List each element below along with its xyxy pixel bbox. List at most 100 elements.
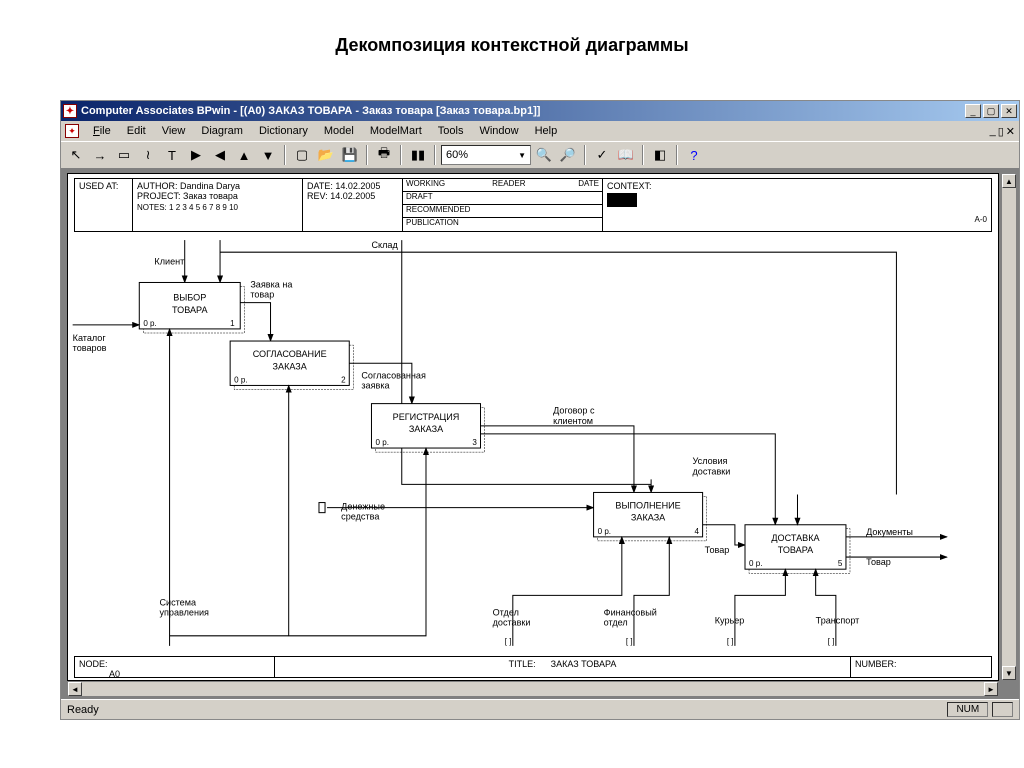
rpt-button[interactable]: ▮▮ [407,144,429,166]
author-cell: AUTHOR: Dandina Darya PROJECT: Заказ тов… [133,179,303,231]
mech-sistema-b3 [289,448,426,636]
svg-text:1: 1 [230,319,235,328]
top-bus [220,252,896,525]
svg-text:0 р.: 0 р. [749,559,762,568]
nav-parent-tool[interactable]: ▼ [257,144,279,166]
dropdown-icon: ▼ [518,151,526,160]
dictionary-icon[interactable]: 📖 [615,144,637,166]
svg-text:[ ]: [ ] [505,637,512,646]
mdi-icon: ✦ [65,124,79,138]
zoom-combo[interactable]: 60% ▼ [441,145,531,165]
svg-text:Отдел: Отдел [493,608,519,618]
mdi-close-button[interactable]: ✕ [1006,125,1015,138]
svg-text:ВЫБОР: ВЫБОР [173,293,206,303]
close-button[interactable]: ✕ [1001,104,1017,118]
mech-otdel [513,537,622,646]
date-cell: DATE: 14.02.2005 REV: 14.02.2005 [303,179,403,231]
titlebar: ✦ Computer Associates BPwin - [(A0) ЗАКА… [61,101,1019,121]
scroll-left-icon[interactable]: ◄ [68,682,82,696]
app-window: ✦ Computer Associates BPwin - [(A0) ЗАКА… [60,100,1020,720]
menu-help[interactable]: Help [527,123,566,139]
svg-text:управления: управления [159,608,209,618]
status-grip [992,702,1013,717]
arrow-tovar-mid [703,525,745,545]
nav-left-tool[interactable]: ◀ [209,144,231,166]
svg-text:[ ]: [ ] [626,637,633,646]
menu-dictionary[interactable]: Dictionary [251,123,316,139]
zoom-in-icon[interactable]: 🔍 [533,144,555,166]
menu-view[interactable]: View [154,123,194,139]
menu-tools[interactable]: Tools [430,123,472,139]
spellcheck-icon[interactable]: ✓ [591,144,613,166]
menu-modelmart[interactable]: ModelMart [362,123,430,139]
model-explorer-icon[interactable]: ◧ [649,144,671,166]
squiggle-tool[interactable]: ≀ [137,144,159,166]
mdi-minimize-button[interactable]: _ [990,125,996,138]
menu-window[interactable]: Window [471,123,526,139]
svg-text:[ ]: [ ] [727,637,734,646]
menu-model[interactable]: Model [316,123,362,139]
help-icon[interactable]: ? [683,144,705,166]
new-button[interactable]: ▢ [291,144,313,166]
svg-text:ВЫПОЛНЕНИЕ: ВЫПОЛНЕНИЕ [615,501,680,511]
ctrl-sklad-b4 [402,240,651,492]
arrow-katalog2: товаров [73,343,107,353]
arrow-label-sklad: Склад [371,240,398,250]
svg-text:0 р.: 0 р. [598,527,611,536]
toolbar: ↖ → ▭ ≀ T ▶ ◀ ▲ ▼ ▢ 📂 💾 🖶 ▮▮ 60%▼ 🔍 🔎 ✓ … [61,141,1019,169]
svg-text:доставки: доставки [493,618,531,628]
svg-text:ДОСТАВКА: ДОСТАВКА [771,533,820,543]
svg-text:Договор с: Договор с [553,406,595,416]
svg-text:Курьер: Курьер [715,616,745,626]
idef0-footer: NODE:A0 TITLE: ЗАКАЗ ТОВАРА NUMBER: [74,656,992,678]
svg-text:0 р.: 0 р. [143,319,156,328]
menu-file[interactable]: FFileile [85,123,119,139]
svg-text:2: 2 [341,375,346,384]
svg-text:3: 3 [472,438,477,447]
svg-text:0 р.: 0 р. [376,438,389,447]
menu-diagram[interactable]: Diagram [193,123,251,139]
scroll-right-icon[interactable]: ► [984,682,998,696]
svg-text:4: 4 [695,527,700,536]
zoom-out-icon[interactable]: 🔎 [557,144,579,166]
svg-text:5: 5 [838,559,843,568]
svg-text:Товар: Товар [705,545,730,555]
svg-text:0 р.: 0 р. [234,375,247,384]
svg-text:средства: средства [341,512,380,522]
mdi-restore-button[interactable]: ▯ [998,125,1004,138]
save-button[interactable]: 💾 [339,144,361,166]
svg-text:Денежные: Денежные [341,502,385,512]
scroll-down-icon[interactable]: ▼ [1002,666,1016,680]
status-ready: Ready [67,704,99,716]
tunnel-icon [319,503,325,513]
svg-text:ЗАКАЗА: ЗАКАЗА [409,424,444,434]
text-tool[interactable]: T [161,144,183,166]
minimize-button[interactable]: _ [965,104,981,118]
zoom-value: 60% [446,149,468,161]
vertical-scrollbar[interactable]: ▲ ▼ [1001,173,1017,681]
arrow-tool[interactable]: → [89,144,111,166]
mech-transport [816,569,836,646]
svg-text:Транспорт: Транспорт [816,616,860,626]
mech-fin [634,537,669,646]
menubar: ✦ FFileile Edit View Diagram Dictionary … [61,121,1019,141]
nav-up-tool[interactable]: ▲ [233,144,255,166]
svg-text:заявка: заявка [361,380,390,390]
menu-edit[interactable]: Edit [119,123,154,139]
context-cell: CONTEXT: A-0 [603,179,991,231]
statusbar: Ready NUM [61,699,1019,719]
arrow-label-klient: Клиент [154,256,184,266]
svg-text:Товар: Товар [866,557,891,567]
maximize-button[interactable]: ▢ [983,104,999,118]
open-button[interactable]: 📂 [315,144,337,166]
nav-down-tool[interactable]: ▶ [185,144,207,166]
svg-text:Система: Система [159,598,197,608]
svg-text:РЕГИСТРАЦИЯ: РЕГИСТРАЦИЯ [393,412,460,422]
horizontal-scrollbar[interactable]: ◄ ► [67,681,999,697]
app-icon: ✦ [63,104,77,118]
print-button[interactable]: 🖶 [373,144,395,166]
pointer-tool[interactable]: ↖ [65,144,87,166]
box-tool[interactable]: ▭ [113,144,135,166]
svg-text:ТОВАРА: ТОВАРА [172,305,208,315]
scroll-up-icon[interactable]: ▲ [1002,174,1016,188]
